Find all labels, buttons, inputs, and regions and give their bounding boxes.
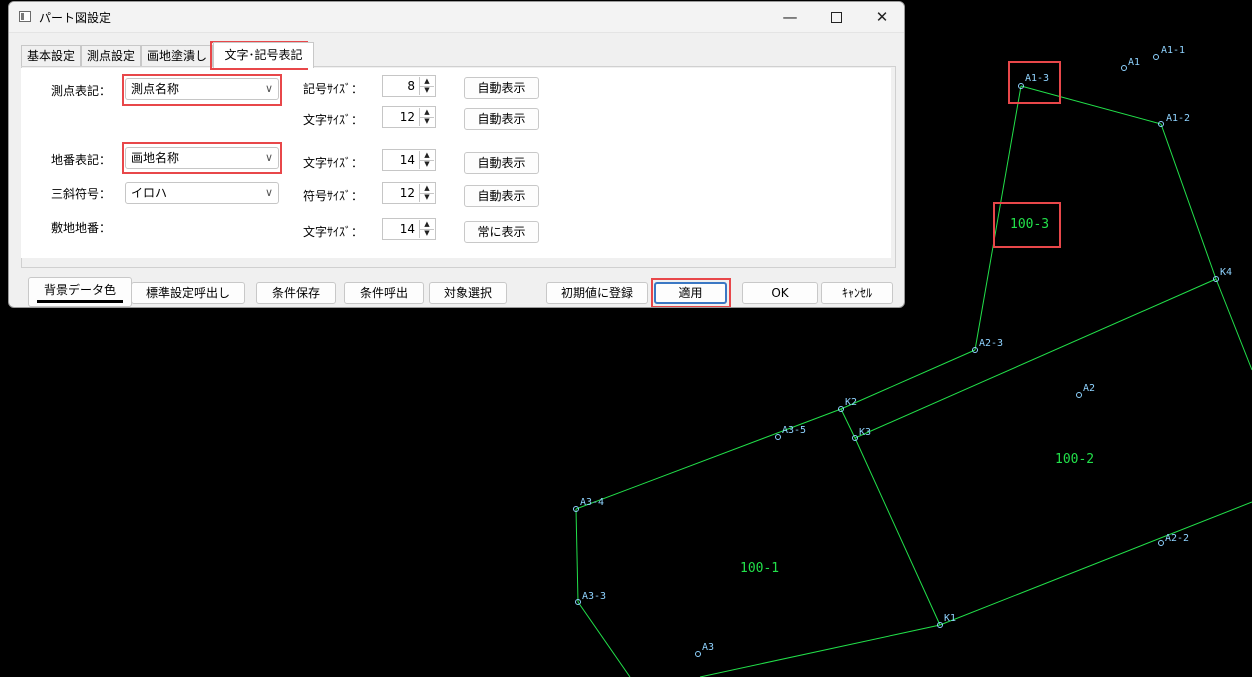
tab-basic-settings[interactable]: 基本設定 — [21, 45, 81, 66]
point-label: A3 — [702, 642, 715, 653]
spin-down-icon[interactable]: ▼ — [420, 117, 434, 126]
point-label: A3-3 — [582, 591, 607, 602]
parcel-label: 100-1 — [740, 561, 780, 576]
color-swatch — [37, 300, 123, 303]
maximize-icon — [830, 11, 842, 23]
point-label: K4 — [1220, 267, 1233, 278]
symbol-size-label: 記号ｻｲｽﾞ： — [303, 82, 364, 96]
spin-down-icon[interactable]: ▼ — [420, 160, 434, 169]
point-label: A1 — [1128, 57, 1141, 68]
background-data-color-button[interactable]: 背景データ色 — [28, 277, 132, 307]
app-icon — [19, 11, 31, 22]
tab-lot-fill[interactable]: 画地塗潰し — [141, 45, 213, 66]
spin-down-icon[interactable]: ▼ — [420, 193, 434, 202]
highlight-lot-notation — [122, 142, 282, 174]
site-lot-label: 敷地地番： — [51, 221, 112, 235]
code-size-value: 12 — [399, 186, 415, 200]
site-text-size-stepper[interactable]: 14 ▲ ▼ — [382, 218, 436, 240]
lot-text-size-stepper[interactable]: 14 ▲ ▼ — [382, 149, 436, 171]
code-size-label: 符号ｻｲｽﾞ： — [303, 189, 364, 203]
highlight-apply-button — [651, 278, 731, 307]
sankaku-code-value: イロハ — [131, 186, 168, 200]
point-label: A3-5 — [782, 425, 807, 436]
point-label: A2 — [1083, 383, 1096, 394]
point-label: K2 — [845, 397, 858, 408]
ok-button[interactable]: OK — [742, 282, 818, 304]
point-label: K1 — [944, 613, 957, 624]
part-diagram-settings-dialog: パート図設定 — ✕ 基本設定 測点設定 画地塗潰し 文字･記号表記 測点表記：… — [8, 1, 905, 308]
chevron-down-icon: ∨ — [264, 186, 273, 199]
tab-point-settings[interactable]: 測点設定 — [81, 45, 141, 66]
point-label: A3-4 — [580, 497, 605, 508]
site-text-size-label: 文字ｻｲｽﾞ： — [303, 225, 364, 239]
highlight-parcel-100-3 — [993, 202, 1061, 248]
text-size-stepper[interactable]: 12 ▲ ▼ — [382, 106, 436, 128]
point-label: A2-2 — [1165, 533, 1190, 544]
spin-down-icon[interactable]: ▼ — [420, 86, 434, 95]
lot-text-size-value: 14 — [399, 153, 415, 167]
maximize-button[interactable] — [813, 2, 859, 32]
close-icon: ✕ — [875, 8, 889, 26]
background-data-color-label: 背景データ色 — [43, 283, 116, 297]
point-label: K3 — [859, 427, 872, 438]
load-standard-settings-button[interactable]: 標準設定呼出し — [131, 282, 245, 304]
point-label: A1-1 — [1161, 45, 1186, 56]
highlight-point-a1-3 — [1008, 61, 1061, 104]
auto-display-button[interactable]: 自動表示 — [464, 77, 539, 99]
save-conditions-button[interactable]: 条件保存 — [256, 282, 336, 304]
close-button[interactable]: ✕ — [859, 2, 904, 32]
sankaku-code-select[interactable]: イロハ ∨ — [125, 182, 279, 204]
text-size-value: 12 — [399, 110, 415, 124]
minimize-icon: — — [782, 8, 798, 26]
title-bar[interactable]: パート図設定 — ✕ — [9, 2, 904, 33]
register-default-button[interactable]: 初期値に登録 — [546, 282, 648, 304]
code-size-stepper[interactable]: 12 ▲ ▼ — [382, 182, 436, 204]
spin-down-icon[interactable]: ▼ — [420, 229, 434, 238]
minimize-button[interactable]: — — [767, 2, 813, 32]
parcel-label: 100-2 — [1055, 452, 1095, 467]
auto-display-button[interactable]: 自動表示 — [464, 185, 539, 207]
tab-text-symbol[interactable]: 文字･記号表記 — [213, 42, 314, 68]
point-label: A2-3 — [979, 338, 1004, 349]
sankaku-code-label: 三斜符号： — [51, 187, 112, 201]
point-notation-label: 測点表記： — [51, 84, 112, 98]
always-display-button[interactable]: 常に表示 — [464, 221, 539, 243]
highlight-point-notation — [122, 74, 282, 106]
text-size-label: 文字ｻｲｽﾞ： — [303, 113, 364, 127]
symbol-size-stepper[interactable]: 8 ▲ ▼ — [382, 75, 436, 97]
cancel-button[interactable]: ｷｬﾝｾﾙ — [821, 282, 893, 304]
auto-display-button[interactable]: 自動表示 — [464, 152, 539, 174]
load-conditions-button[interactable]: 条件呼出 — [344, 282, 424, 304]
site-text-size-value: 14 — [399, 222, 415, 236]
lot-text-size-label: 文字ｻｲｽﾞ： — [303, 156, 364, 170]
lot-notation-label: 地番表記： — [51, 153, 112, 167]
symbol-size-value: 8 — [407, 79, 415, 93]
auto-display-button[interactable]: 自動表示 — [464, 108, 539, 130]
select-target-button[interactable]: 対象選択 — [429, 282, 507, 304]
point-label: A1-2 — [1166, 113, 1191, 124]
window-title: パート図設定 — [39, 11, 112, 25]
